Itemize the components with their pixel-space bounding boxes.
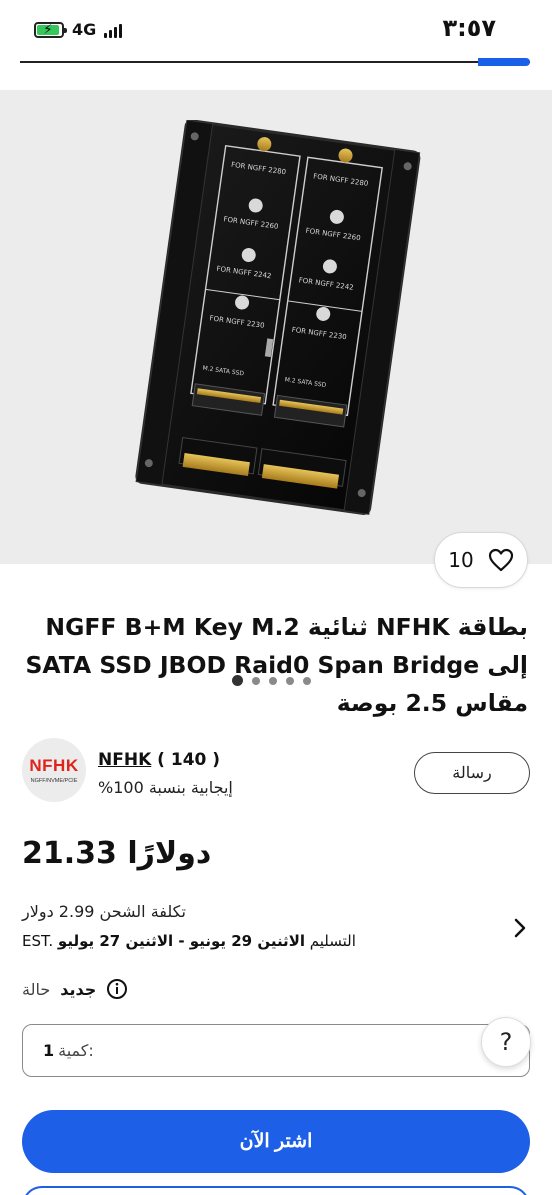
- seller-avatar[interactable]: NFHK NGFF/NVME/PCIE: [22, 738, 86, 802]
- status-time: ٣:٥٧: [442, 14, 496, 42]
- seller-name[interactable]: NFHK ( 140 ): [98, 750, 220, 770]
- quantity-field[interactable]: 1 كمية:: [22, 1024, 530, 1077]
- status-bar: ⚡ 4G ٣:٥٧: [0, 0, 552, 58]
- status-indicators: ⚡ 4G: [34, 20, 123, 39]
- watch-button[interactable]: 10: [434, 532, 528, 588]
- buy-now-button[interactable]: اشتر الآن: [22, 1110, 530, 1173]
- watch-count: 10: [448, 548, 474, 572]
- message-seller-button[interactable]: رسالة: [414, 752, 530, 794]
- condition-value: جديد: [60, 979, 97, 999]
- seller-feedback: %100 إيجابية بنسبة: [98, 778, 233, 797]
- delivery-estimate[interactable]: EST. التسليم الاثنين 29 يونيو - الاثنين …: [22, 932, 356, 950]
- seller-name-link[interactable]: NFHK: [98, 750, 151, 770]
- chevron-right-icon[interactable]: [512, 916, 528, 940]
- seller-rating-count: ( 140 ): [157, 750, 221, 770]
- battery-icon: ⚡: [34, 21, 67, 38]
- add-to-cart-button[interactable]: [22, 1186, 530, 1195]
- network-label: 4G: [72, 20, 97, 39]
- signal-icon: [104, 22, 123, 38]
- shipping-cost: تكلفة الشحن 2.99 دولار: [22, 902, 186, 921]
- heart-icon: [488, 548, 513, 572]
- item-condition: حالة جديد: [22, 978, 128, 1000]
- condition-label: حالة: [22, 979, 51, 999]
- product-gallery[interactable]: FOR NGFF 2280 FOR NGFF 2280 FOR NGFF 226…: [0, 90, 552, 686]
- info-icon[interactable]: [106, 978, 128, 1000]
- quantity-label: كمية:: [58, 1041, 94, 1060]
- page-progress: [20, 58, 530, 67]
- delivery-dates: الاثنين 29 يونيو - الاثنين 27 يوليو: [57, 932, 306, 950]
- quantity-value: 1: [43, 1041, 55, 1060]
- product-title: بطاقة NFHK ثنائية NGFF B+M Key M.2 إلى S…: [25, 613, 528, 717]
- product-image: FOR NGFF 2280 FOR NGFF 2280 FOR NGFF 226…: [135, 120, 421, 515]
- help-button[interactable]: ?: [481, 1017, 531, 1067]
- item-price: 21.33 دولارًا: [22, 836, 212, 871]
